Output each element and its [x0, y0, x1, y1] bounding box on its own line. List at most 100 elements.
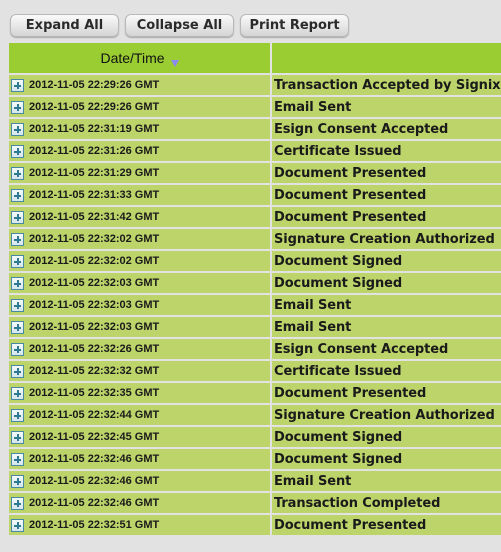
expand-row-icon[interactable]	[11, 518, 24, 532]
datetime-text: 2012-11-05 22:32:45 GMT	[29, 431, 160, 443]
table-row[interactable]: 2012-11-05 22:32:35 GMT Document Presente…	[9, 383, 501, 403]
column-header-event[interactable]	[272, 43, 501, 73]
expand-row-icon[interactable]	[11, 408, 24, 422]
event-text: Certificate Issued	[274, 363, 402, 379]
datetime-text: 2012-11-05 22:29:26 GMT	[29, 79, 160, 91]
table-row[interactable]: 2012-11-05 22:32:26 GMT Esign Consent Acc…	[9, 339, 501, 359]
expand-row-icon[interactable]	[11, 78, 24, 92]
event-cell: Email Sent	[272, 295, 501, 315]
event-cell: Document Signed	[272, 251, 501, 271]
expand-row-icon[interactable]	[11, 452, 24, 466]
datetime-text: 2012-11-05 22:31:29 GMT	[29, 167, 160, 179]
datetime-text: 2012-11-05 22:32:03 GMT	[29, 321, 160, 333]
datetime-text: 2012-11-05 22:32:03 GMT	[29, 277, 160, 289]
table-row[interactable]: 2012-11-05 22:31:26 GMT Certificate Issue…	[9, 141, 501, 161]
event-text: Document Signed	[274, 429, 403, 445]
table-row[interactable]: 2012-11-05 22:31:33 GMT Document Presente…	[9, 185, 501, 205]
event-cell: Document Presented	[272, 163, 501, 183]
table-row[interactable]: 2012-11-05 22:32:32 GMT Certificate Issue…	[9, 361, 501, 381]
expand-row-icon[interactable]	[11, 188, 24, 202]
expand-row-icon[interactable]	[11, 386, 24, 400]
table-row[interactable]: 2012-11-05 22:32:46 GMT Document Signed	[9, 449, 501, 469]
datetime-cell: 2012-11-05 22:32:03 GMT	[9, 295, 270, 315]
expand-row-icon[interactable]	[11, 122, 24, 136]
table-row[interactable]: 2012-11-05 22:29:26 GMT Email Sent	[9, 97, 501, 117]
table-body: 2012-11-05 22:29:26 GMT Transaction Accep…	[9, 75, 501, 535]
table-row[interactable]: 2012-11-05 22:32:46 GMT Transaction Compl…	[9, 493, 501, 513]
table-row[interactable]: 2012-11-05 22:32:02 GMT Signature Creatio…	[9, 229, 501, 249]
table-row[interactable]: 2012-11-05 22:32:02 GMT Document Signed	[9, 251, 501, 271]
datetime-cell: 2012-11-05 22:29:26 GMT	[9, 75, 270, 95]
expand-row-icon[interactable]	[11, 276, 24, 290]
table-row[interactable]: 2012-11-05 22:32:51 GMT Document Presente…	[9, 515, 501, 535]
event-cell: Transaction Accepted by Signix	[272, 75, 501, 95]
datetime-text: 2012-11-05 22:32:46 GMT	[29, 497, 160, 509]
event-cell: Email Sent	[272, 97, 501, 117]
event-cell: Document Presented	[272, 207, 501, 227]
datetime-text: 2012-11-05 22:31:19 GMT	[29, 123, 160, 135]
datetime-cell: 2012-11-05 22:32:46 GMT	[9, 471, 270, 491]
table-row[interactable]: 2012-11-05 22:31:42 GMT Document Presente…	[9, 207, 501, 227]
table-header: Date/Time	[9, 43, 501, 73]
datetime-text: 2012-11-05 22:32:26 GMT	[29, 343, 160, 355]
column-header-datetime[interactable]: Date/Time	[9, 43, 270, 73]
expand-row-icon[interactable]	[11, 496, 24, 510]
datetime-cell: 2012-11-05 22:31:29 GMT	[9, 163, 270, 183]
table-row[interactable]: 2012-11-05 22:32:03 GMT Email Sent	[9, 295, 501, 315]
event-cell: Document Presented	[272, 185, 501, 205]
datetime-cell: 2012-11-05 22:32:46 GMT	[9, 449, 270, 469]
expand-row-icon[interactable]	[11, 298, 24, 312]
table-row[interactable]: 2012-11-05 22:32:45 GMT Document Signed	[9, 427, 501, 447]
event-text: Email Sent	[274, 473, 352, 489]
table-row[interactable]: 2012-11-05 22:32:03 GMT Document Signed	[9, 273, 501, 293]
print-report-button[interactable]: Print Report	[240, 14, 349, 37]
expand-row-icon[interactable]	[11, 254, 24, 268]
sort-down-icon	[170, 59, 179, 67]
expand-row-icon[interactable]	[11, 342, 24, 356]
expand-all-button[interactable]: Expand All	[10, 14, 119, 37]
table-row[interactable]: 2012-11-05 22:32:46 GMT Email Sent	[9, 471, 501, 491]
expand-row-icon[interactable]	[11, 210, 24, 224]
collapse-all-button[interactable]: Collapse All	[125, 14, 234, 37]
event-text: Transaction Completed	[274, 495, 441, 511]
expand-row-icon[interactable]	[11, 430, 24, 444]
event-cell: Email Sent	[272, 317, 501, 337]
event-cell: Document Signed	[272, 273, 501, 293]
datetime-text: 2012-11-05 22:32:51 GMT	[29, 519, 160, 531]
event-cell: Document Signed	[272, 449, 501, 469]
datetime-cell: 2012-11-05 22:31:42 GMT	[9, 207, 270, 227]
datetime-cell: 2012-11-05 22:32:44 GMT	[9, 405, 270, 425]
expand-row-icon[interactable]	[11, 100, 24, 114]
expand-row-icon[interactable]	[11, 474, 24, 488]
datetime-text: 2012-11-05 22:31:42 GMT	[29, 211, 160, 223]
datetime-cell: 2012-11-05 22:32:51 GMT	[9, 515, 270, 535]
event-text: Esign Consent Accepted	[274, 341, 449, 357]
datetime-text: 2012-11-05 22:32:32 GMT	[29, 365, 160, 377]
datetime-text: 2012-11-05 22:31:26 GMT	[29, 145, 160, 157]
table-row[interactable]: 2012-11-05 22:31:19 GMT Esign Consent Acc…	[9, 119, 501, 139]
event-cell: Certificate Issued	[272, 361, 501, 381]
datetime-cell: 2012-11-05 22:32:32 GMT	[9, 361, 270, 381]
expand-row-icon[interactable]	[11, 166, 24, 180]
datetime-cell: 2012-11-05 22:29:26 GMT	[9, 97, 270, 117]
event-cell: Transaction Completed	[272, 493, 501, 513]
datetime-text: 2012-11-05 22:29:26 GMT	[29, 101, 160, 113]
event-text: Document Presented	[274, 517, 427, 533]
event-text: Transaction Accepted by Signix	[274, 77, 501, 93]
datetime-cell: 2012-11-05 22:32:02 GMT	[9, 229, 270, 249]
expand-row-icon[interactable]	[11, 232, 24, 246]
table-row[interactable]: 2012-11-05 22:31:29 GMT Document Presente…	[9, 163, 501, 183]
table-row[interactable]: 2012-11-05 22:29:26 GMT Transaction Accep…	[9, 75, 501, 95]
datetime-cell: 2012-11-05 22:32:03 GMT	[9, 273, 270, 293]
event-text: Document Presented	[274, 165, 427, 181]
datetime-text: 2012-11-05 22:32:03 GMT	[29, 299, 160, 311]
expand-row-icon[interactable]	[11, 320, 24, 334]
event-cell: Certificate Issued	[272, 141, 501, 161]
expand-row-icon[interactable]	[11, 364, 24, 378]
event-cell: Esign Consent Accepted	[272, 119, 501, 139]
audit-trail-table: Date/Time 2012-11-05 22:29:26 GMT Transac…	[9, 43, 501, 537]
table-row[interactable]: 2012-11-05 22:32:44 GMT Signature Creatio…	[9, 405, 501, 425]
table-row[interactable]: 2012-11-05 22:32:03 GMT Email Sent	[9, 317, 501, 337]
expand-row-icon[interactable]	[11, 144, 24, 158]
datetime-cell: 2012-11-05 22:32:26 GMT	[9, 339, 270, 359]
